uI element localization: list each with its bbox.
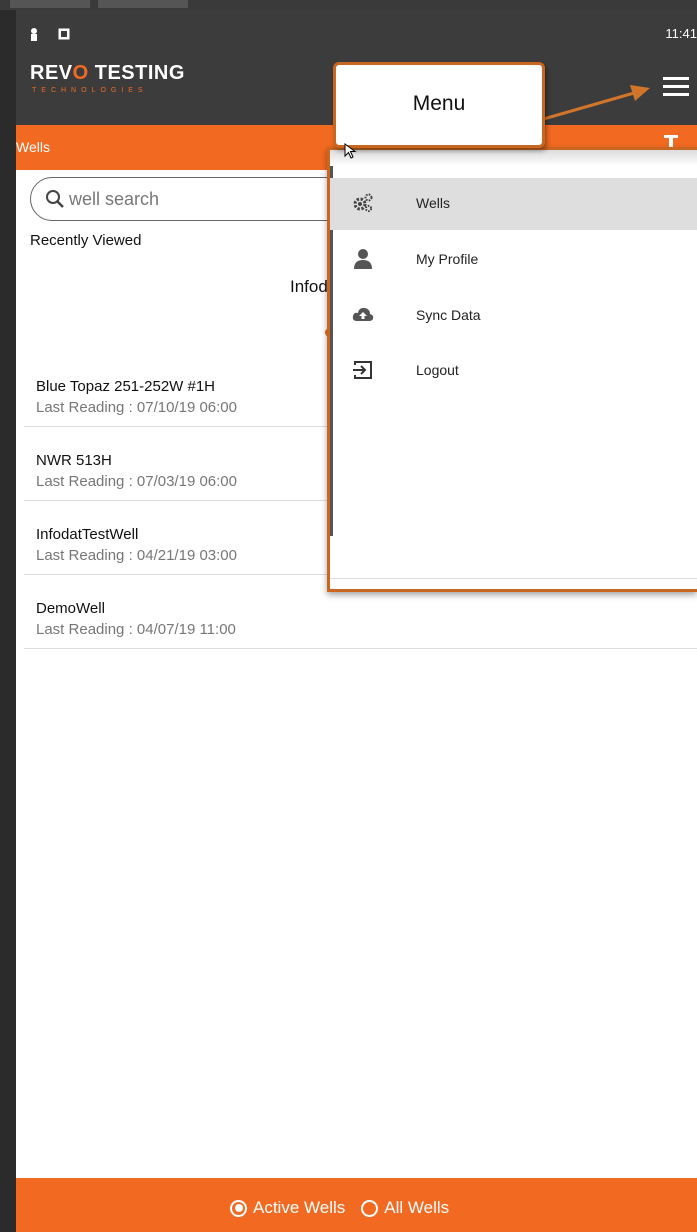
menu-item-label: Wells [416, 195, 450, 211]
revo-testing-logo: REVO TESTING [30, 62, 185, 84]
well-last-reading: Last Reading : 04/21/19 03:00 [36, 547, 237, 564]
all-wells-label[interactable]: All Wells [384, 1198, 449, 1218]
active-wells-radio[interactable] [230, 1199, 247, 1217]
os-tab [98, 0, 188, 8]
mouse-cursor-icon [344, 143, 357, 159]
menu-item-label: My Profile [416, 251, 479, 267]
recently-viewed-label: Recently Viewed [30, 232, 142, 249]
well-last-reading: Last Reading : 07/10/19 06:00 [36, 399, 237, 416]
well-search-input[interactable]: well search [30, 177, 360, 221]
status-clock: 11:41 [665, 26, 697, 41]
menu-item-my-profile[interactable]: My Profile [330, 234, 697, 286]
menu-callout: Menu [333, 62, 545, 148]
menu-hamburger-button[interactable] [663, 77, 689, 97]
well-last-reading: Last Reading : 07/03/19 06:00 [36, 473, 237, 490]
logout-icon [353, 361, 372, 379]
well-name: InfodatTestWell [36, 526, 139, 543]
person-icon [354, 249, 372, 269]
all-wells-radio[interactable] [361, 1199, 379, 1217]
hamburger-line [663, 77, 689, 80]
recent-card-title[interactable]: Infod [290, 277, 328, 297]
hamburger-line [663, 85, 689, 88]
well-name: Blue Topaz 251-252W #1H [36, 378, 216, 395]
search-icon [46, 190, 64, 208]
page-title: Wells [16, 139, 50, 155]
hamburger-line [663, 93, 689, 96]
gears-icon [353, 193, 373, 213]
well-last-reading: Last Reading : 04/07/19 11:00 [36, 621, 236, 638]
drawer-shadow [330, 150, 697, 166]
well-name: DemoWell [36, 600, 105, 617]
navigation-drawer: Wells My Profile Sync Data Logout [327, 147, 697, 592]
logo-subtitle: TECHNOLOGIES [32, 87, 148, 94]
menu-item-label: Sync Data [416, 307, 481, 323]
callout-text: Menu [412, 92, 466, 115]
active-wells-label[interactable]: Active Wells [253, 1198, 345, 1218]
menu-item-wells[interactable]: Wells [330, 178, 697, 230]
os-title-strip [0, 0, 697, 10]
menu-item-label: Logout [416, 362, 459, 378]
os-tab [10, 0, 90, 8]
menu-item-sync-data[interactable]: Sync Data [330, 290, 697, 342]
person-status-icon [29, 28, 41, 41]
drawer-divider [330, 578, 697, 579]
search-placeholder: well search [69, 189, 160, 209]
menu-item-logout[interactable]: Logout [330, 345, 697, 397]
cloud-upload-icon [352, 307, 374, 321]
well-filter-bar: Active Wells All Wells [16, 1178, 697, 1232]
notification-status-icon [58, 28, 70, 40]
well-name: NWR 513H [36, 452, 112, 469]
